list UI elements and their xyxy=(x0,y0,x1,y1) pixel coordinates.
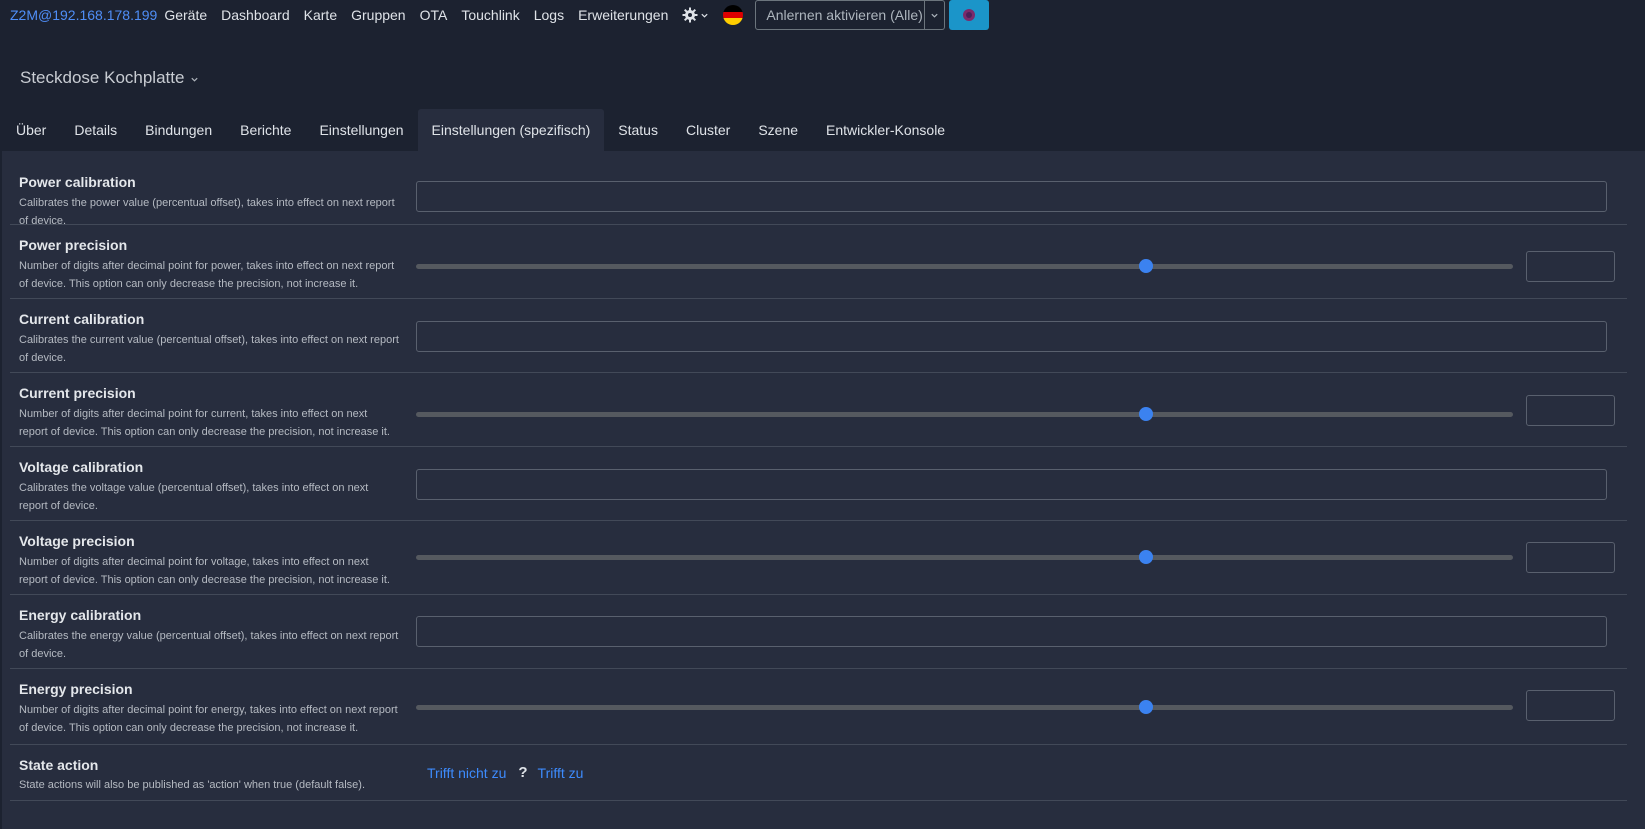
setting-description: Number of digits after decimal point for… xyxy=(19,556,390,586)
status-dot-icon xyxy=(963,9,976,21)
slider-thumb[interactable] xyxy=(1138,407,1153,421)
setting-label: Voltage precision xyxy=(19,533,135,549)
power-precision-slider[interactable] xyxy=(416,259,1513,273)
setting-row-energy-precision: Energy precision Number of digits after … xyxy=(10,669,1627,745)
power-calibration-input[interactable] xyxy=(416,181,1607,212)
state-action-true-link[interactable]: Trifft zu xyxy=(538,765,584,781)
nav-link-dashboard[interactable]: Dashboard xyxy=(221,7,290,23)
permit-join-dropdown-toggle[interactable] xyxy=(925,0,946,30)
brand-link[interactable]: Z2M@192.168.178.199 xyxy=(10,7,157,23)
energy-precision-input[interactable] xyxy=(1526,690,1615,721)
chevron-down-icon xyxy=(931,13,938,18)
language-flag-icon[interactable] xyxy=(723,5,744,25)
permit-join-group: Anlernen aktivieren (Alle) xyxy=(755,0,946,30)
state-action-toggle: Trifft nicht zu ? Trifft zu xyxy=(427,764,583,781)
slider-thumb[interactable] xyxy=(1138,259,1153,273)
state-action-unknown: ? xyxy=(518,764,528,781)
power-precision-input[interactable] xyxy=(1526,251,1615,282)
permit-join-button[interactable]: Anlernen aktivieren (Alle) xyxy=(755,0,926,30)
setting-label: Voltage calibration xyxy=(19,459,144,475)
state-action-false-link[interactable]: Trifft nicht zu xyxy=(427,765,506,781)
nav-link-ota[interactable]: OTA xyxy=(420,7,448,23)
device-title: Steckdose Kochplatte xyxy=(20,68,185,87)
setting-label: Power precision xyxy=(19,237,128,253)
setting-row-power-calibration: Power calibration Calibrates the power v… xyxy=(10,145,1627,227)
setting-description: Calibrates the energy value (percentual … xyxy=(19,630,399,660)
setting-row-power-precision: Power precision Number of digits after d… xyxy=(10,225,1627,299)
settings-menu-toggle[interactable] xyxy=(682,7,709,23)
nav-link-extensions[interactable]: Erweiterungen xyxy=(578,7,668,23)
slider-thumb[interactable] xyxy=(1138,550,1153,564)
nav-link-groups[interactable]: Gruppen xyxy=(351,7,405,23)
device-selector[interactable]: Steckdose Kochplatte xyxy=(20,68,199,88)
setting-description: Calibrates the voltage value (percentual… xyxy=(19,482,369,512)
nav-link-touchlink[interactable]: Touchlink xyxy=(461,7,519,23)
setting-label: Power calibration xyxy=(19,174,136,190)
setting-row-state-action: State action State actions will also be … xyxy=(10,745,1627,801)
setting-description: Number of digits after decimal point for… xyxy=(19,704,398,734)
setting-label: Current precision xyxy=(19,385,136,401)
voltage-precision-slider[interactable] xyxy=(416,550,1513,564)
setting-row-current-precision: Current precision Number of digits after… xyxy=(10,373,1627,447)
setting-label: Energy precision xyxy=(19,681,133,697)
energy-precision-slider[interactable] xyxy=(416,700,1513,714)
setting-row-energy-calibration: Energy calibration Calibrates the energy… xyxy=(10,595,1627,669)
setting-row-current-calibration: Current calibration Calibrates the curre… xyxy=(10,299,1627,373)
voltage-precision-input[interactable] xyxy=(1526,542,1615,573)
gear-icon xyxy=(682,7,698,23)
setting-label: Energy calibration xyxy=(19,607,142,623)
nav-link-logs[interactable]: Logs xyxy=(534,7,564,23)
settings-panel: Power calibration Calibrates the power v… xyxy=(2,151,1645,829)
current-calibration-input[interactable] xyxy=(416,321,1607,352)
setting-description: Calibrates the current value (percentual… xyxy=(19,334,399,364)
setting-row-voltage-calibration: Voltage calibration Calibrates the volta… xyxy=(10,447,1627,521)
nav-link-map[interactable]: Karte xyxy=(304,7,337,23)
setting-label: State action xyxy=(19,757,99,773)
nav-link-devices[interactable]: Geräte xyxy=(164,7,207,23)
connection-status-button[interactable] xyxy=(949,0,990,30)
top-navbar: Z2M@192.168.178.199 Geräte Dashboard Kar… xyxy=(0,0,1645,30)
slider-thumb[interactable] xyxy=(1138,700,1153,714)
current-precision-slider[interactable] xyxy=(416,407,1513,421)
setting-description: Number of digits after decimal point for… xyxy=(19,260,395,290)
energy-calibration-input[interactable] xyxy=(416,616,1607,647)
voltage-calibration-input[interactable] xyxy=(416,469,1607,500)
chevron-down-icon xyxy=(191,77,199,82)
current-precision-input[interactable] xyxy=(1526,395,1615,426)
chevron-down-icon xyxy=(701,13,708,18)
setting-label: Current calibration xyxy=(19,311,145,327)
setting-row-voltage-precision: Voltage precision Number of digits after… xyxy=(10,521,1627,595)
setting-description: Number of digits after decimal point for… xyxy=(19,408,390,438)
